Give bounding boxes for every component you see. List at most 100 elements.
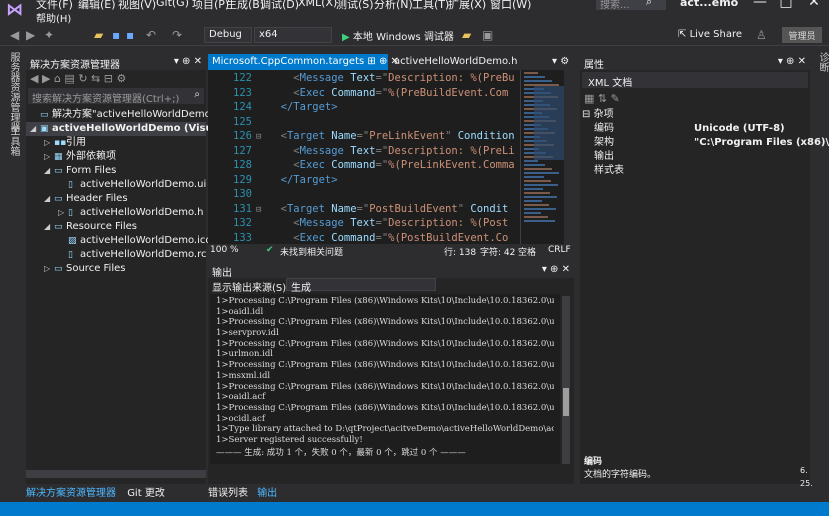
- code-line[interactable]: 125: [208, 116, 520, 131]
- menu-item[interactable]: 窗口(W): [490, 0, 531, 12]
- tab-solution-explorer[interactable]: 解决方案资源管理器: [26, 488, 116, 499]
- menu-item[interactable]: 视图(V): [118, 0, 156, 12]
- tab-error-list[interactable]: 错误列表: [208, 488, 248, 499]
- tree-item[interactable]: ▷ ▭ Source Files: [26, 262, 206, 276]
- menu-item[interactable]: 项目(P): [192, 0, 229, 12]
- output-text[interactable]: 1>Processing C:\Program Files (x86)\Wind…: [210, 294, 560, 464]
- menu-item[interactable]: 分析(N): [374, 0, 413, 12]
- menu-item[interactable]: 生成(B): [226, 0, 264, 12]
- hot-reload-icon[interactable]: ▰: [462, 28, 471, 42]
- switch-view-icon[interactable]: ▤: [64, 72, 74, 85]
- code-line[interactable]: 131 ⊟ <Target Name="PostBuildEvent" Condi…: [208, 203, 520, 218]
- panel-pin-controls[interactable]: ▾ ⊕ ✕: [542, 264, 570, 275]
- expand-arrow-icon[interactable]: ◢: [44, 220, 54, 234]
- maximize-button[interactable]: □: [772, 0, 800, 10]
- menu-item-help[interactable]: 帮助(H): [36, 10, 71, 25]
- code-line[interactable]: 122 <Message Text="Description: %(PreBu: [208, 72, 520, 87]
- tree-item[interactable]: ▷ ▯ activeHelloWorldDemo.h: [26, 206, 206, 220]
- panel-pin-controls[interactable]: ▾ ⊕ ✕: [174, 56, 202, 67]
- code-line[interactable]: 123 <Exec Command="%(PreBuildEvent.Com: [208, 87, 520, 102]
- tab-output[interactable]: 输出: [257, 488, 277, 499]
- toolbox-tab[interactable]: 工具箱: [6, 126, 21, 156]
- panel-pin-controls[interactable]: ▾ ⊕ ✕: [778, 56, 806, 67]
- home-icon[interactable]: ⌂: [54, 72, 61, 85]
- whitespace-indicator[interactable]: 空格: [518, 245, 536, 258]
- categorized-icon[interactable]: ▦: [584, 92, 594, 105]
- close-button[interactable]: ✕: [800, 0, 828, 10]
- property-row[interactable]: 架构 "C:\Program Files (x86)\M: [580, 136, 829, 150]
- property-row[interactable]: 样式表: [580, 164, 810, 178]
- code-line[interactable]: 124 </Target>: [208, 101, 520, 116]
- menu-item[interactable]: 调试(D): [260, 0, 299, 12]
- tree-item[interactable]: ▭ 解决方案"activeHelloWorldDemo"(1 个: [26, 108, 239, 122]
- start-debugger-button[interactable]: ▶ 本地 Windows 调试器: [342, 28, 454, 43]
- tree-item[interactable]: ▯ activeHelloWorldDemo.ui: [26, 178, 206, 192]
- tab-header-file[interactable]: activeHelloWorldDemo.h: [390, 54, 550, 70]
- code-line[interactable]: 133 <Exec Command="%(PostBuildEvent.Co: [208, 232, 520, 245]
- tree-item[interactable]: ▯ activeHelloWorldDemo.rc: [26, 248, 207, 262]
- line-ending-indicator[interactable]: CRLF: [548, 245, 571, 255]
- search-input[interactable]: 搜索...: [596, 0, 666, 11]
- platform-dropdown[interactable]: x64: [254, 27, 332, 43]
- menu-item[interactable]: Git(G): [156, 0, 189, 9]
- code-line[interactable]: 132 <Message Text="Description: %(Post: [208, 217, 520, 232]
- history-icon[interactable]: ↻: [78, 72, 87, 85]
- property-value[interactable]: Unicode (UTF-8): [694, 122, 785, 136]
- expand-arrow-icon[interactable]: ▷: [44, 262, 54, 276]
- code-line[interactable]: 128 <Exec Command="%(PreLinkEvent.Comma: [208, 159, 520, 174]
- zoom-level[interactable]: 100 %: [210, 245, 239, 255]
- tab-options-icon[interactable]: ▾ ⚙: [552, 56, 569, 67]
- tree-item[interactable]: ▨ activeHelloWorldDemo.ico: [26, 234, 212, 248]
- tab-cppcommon-targets[interactable]: Microsoft.CppCommon.targets ⊞ ⊕ ✕: [208, 54, 399, 70]
- alphabetical-icon[interactable]: ⇅: [598, 92, 607, 105]
- tree-item[interactable]: ◢ ▭ Resource Files: [26, 220, 206, 234]
- redo-icon[interactable]: ↷: [172, 28, 182, 42]
- properties-icon[interactable]: ⚙: [116, 72, 126, 85]
- tree-item[interactable]: ◢ ▭ Form Files: [26, 164, 206, 178]
- tree-item[interactable]: ◢ ▣ activeHelloWorldDemo (Visual: [26, 122, 223, 136]
- open-folder-icon[interactable]: ▰: [94, 28, 103, 42]
- property-category[interactable]: ⊟ 杂项: [580, 108, 810, 122]
- search-icon[interactable]: ⌕: [646, 0, 652, 9]
- property-pages-icon[interactable]: ✎: [611, 92, 620, 105]
- solution-explorer-scrollbar[interactable]: [26, 470, 206, 478]
- menu-item[interactable]: 测试(S): [336, 0, 374, 12]
- sync-icon[interactable]: ⇆: [91, 72, 100, 85]
- expand-arrow-icon[interactable]: ▷: [44, 150, 54, 164]
- minimap-viewport[interactable]: [534, 86, 564, 160]
- solution-search-input[interactable]: 搜索解决方案资源管理器(Ctrl+;) ⌕: [28, 88, 204, 105]
- expand-arrow-icon[interactable]: ◢: [44, 164, 54, 178]
- menu-item[interactable]: XML(X): [298, 0, 337, 9]
- issues-status[interactable]: 未找到相关问题: [280, 245, 343, 258]
- code-line[interactable]: 126 ⊟ <Target Name="PreLinkEvent" Conditi…: [208, 130, 520, 145]
- forward-icon[interactable]: ▶: [42, 72, 50, 85]
- collapse-icon[interactable]: ⊟: [104, 72, 113, 85]
- output-source-select[interactable]: 生成: [286, 278, 436, 294]
- tab-git-changes[interactable]: Git 更改: [127, 488, 165, 499]
- code-editor[interactable]: 122 <Message Text="Description: %(PreBu 1…: [208, 70, 520, 244]
- property-row[interactable]: 输出: [580, 150, 810, 164]
- tree-item[interactable]: ◢ ▭ Header Files: [26, 192, 206, 206]
- new-project-icon[interactable]: ✦: [44, 28, 54, 42]
- live-share-button[interactable]: ⇱ Live Share: [678, 29, 742, 40]
- code-line[interactable]: 127 <Message Text="Description: %(PreLi: [208, 145, 520, 160]
- output-scrollbar[interactable]: [562, 296, 570, 464]
- tree-item[interactable]: ▷ ▦ 外部依赖项: [26, 150, 206, 164]
- minimize-button[interactable]: —: [746, 0, 774, 10]
- menu-item[interactable]: 编辑(E): [78, 0, 116, 12]
- code-line[interactable]: 130: [208, 188, 520, 203]
- property-value[interactable]: "C:\Program Files (x86)\M: [694, 136, 829, 150]
- expand-arrow-icon[interactable]: ▷: [58, 206, 68, 220]
- tree-item[interactable]: ▷ ▪▪引用: [26, 136, 206, 150]
- undo-icon[interactable]: ↶: [146, 28, 156, 42]
- menu-item[interactable]: 扩展(X): [448, 0, 486, 12]
- expand-arrow-icon[interactable]: ◢: [30, 122, 40, 136]
- expand-arrow-icon[interactable]: ◢: [44, 192, 54, 206]
- menu-item[interactable]: 工具(T): [412, 0, 449, 12]
- expand-arrow-icon[interactable]: ▷: [44, 136, 54, 150]
- output-scroll-thumb[interactable]: [563, 388, 569, 416]
- properties-object-select[interactable]: XML 文档: [582, 72, 808, 89]
- back-icon[interactable]: ◀: [10, 28, 19, 42]
- back-icon[interactable]: ◀: [30, 72, 38, 85]
- view-icon[interactable]: ▣: [482, 28, 493, 42]
